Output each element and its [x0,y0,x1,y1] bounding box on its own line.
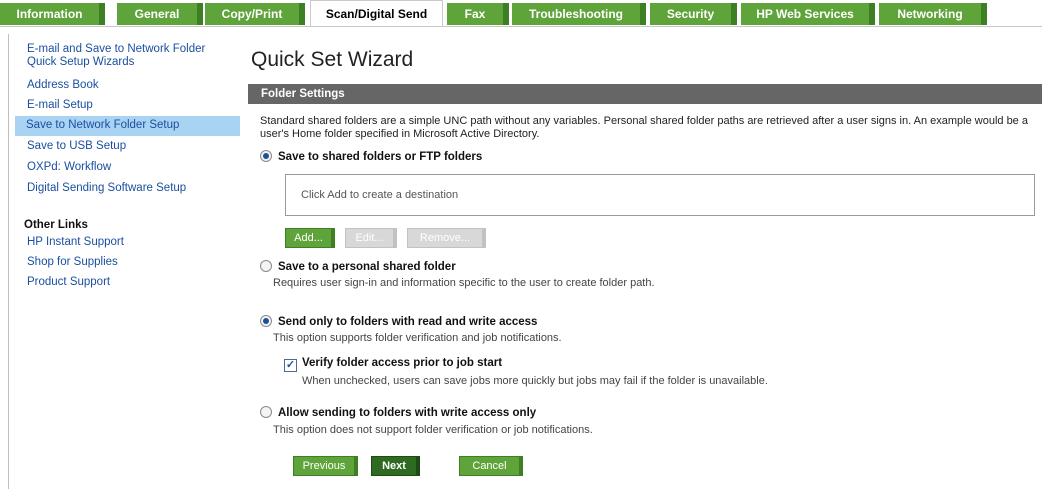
tab-copy-print[interactable]: Copy/Print [205,3,305,25]
main-content: Quick Set Wizard Folder Settings Standar… [248,34,1042,489]
verify-description: When unchecked, users can save jobs more… [302,375,768,387]
sidebar-item-save-to-network-folder[interactable]: Save to Network Folder Setup [15,116,240,136]
sidebar-item-label-line2: Quick Setup Wizards [27,56,135,68]
destination-list-box[interactable]: Click Add to create a destination [285,174,1035,216]
add-button[interactable]: Add... [285,228,335,248]
remove-button[interactable]: Remove... [407,228,486,248]
section-description: Standard shared folders are a simple UNC… [260,115,1028,140]
tab-divider [0,26,1042,27]
verify-folder-access-checkbox[interactable]: ✓ Verify folder access prior to job start [284,357,502,372]
sidebar-item-address-book[interactable]: Address Book [27,79,99,92]
radio-unselected-icon[interactable] [260,406,272,418]
sidebar-item-hp-instant-support[interactable]: HP Instant Support [27,236,124,249]
option-label: Send only to folders with read and write… [278,316,538,328]
option-label: Save to a personal shared folder [278,261,456,273]
checkbox-checked-icon[interactable]: ✓ [284,359,297,372]
sidebar-item-label: E-mail and Save to Network Folder [27,43,206,55]
tab-hp-web-services[interactable]: HP Web Services [741,3,875,25]
option-personal-description: Requires user sign-in and information sp… [273,277,655,289]
option-label: Save to shared folders or FTP folders [278,151,483,163]
cancel-button[interactable]: Cancel [459,456,523,476]
radio-selected-icon[interactable] [260,315,272,327]
sidebar-item-quick-setup-wizards[interactable]: E-mail and Save to Network Folder Quick … [27,43,205,69]
other-links-heading: Other Links [24,219,88,231]
tab-scan-digital-send[interactable]: Scan/Digital Send [310,0,443,27]
option-read-write-description: This option supports folder verification… [273,332,562,344]
previous-button[interactable]: Previous [293,456,358,476]
option-label: Allow sending to folders with write acce… [278,407,537,419]
page-title: Quick Set Wizard [251,48,414,71]
option-shared-folders[interactable]: Save to shared folders or FTP folders [260,150,482,163]
left-sidebar: E-mail and Save to Network Folder Quick … [9,34,241,489]
option-personal-folder[interactable]: Save to a personal shared folder [260,260,456,273]
tab-general[interactable]: General [117,3,203,25]
radio-unselected-icon[interactable] [260,260,272,272]
checkbox-label: Verify folder access prior to job start [302,357,503,369]
tab-fax[interactable]: Fax [447,3,509,25]
next-button[interactable]: Next [371,456,420,476]
option-write-only-access[interactable]: Allow sending to folders with write acce… [260,406,536,419]
sidebar-item-oxpd-workflow[interactable]: OXPd: Workflow [27,161,111,174]
sidebar-item-digital-sending-software[interactable]: Digital Sending Software Setup [27,182,186,195]
tab-security[interactable]: Security [650,3,737,25]
section-header-folder-settings: Folder Settings [248,84,1042,104]
sidebar-item-product-support[interactable]: Product Support [27,276,110,289]
option-write-only-description: This option does not support folder veri… [273,424,593,436]
tab-information[interactable]: Information [0,3,105,25]
top-tab-bar: Information General Copy/Print Scan/Digi… [0,0,1042,27]
sidebar-item-shop-for-supplies[interactable]: Shop for Supplies [27,256,118,269]
radio-selected-icon[interactable] [260,150,272,162]
sidebar-item-save-to-usb[interactable]: Save to USB Setup [27,140,126,153]
tab-networking[interactable]: Networking [879,3,987,25]
edit-button[interactable]: Edit... [345,228,397,248]
destination-placeholder: Click Add to create a destination [301,189,459,201]
sidebar-item-email-setup[interactable]: E-mail Setup [27,99,93,112]
option-read-write-access[interactable]: Send only to folders with read and write… [260,315,537,328]
tab-troubleshooting[interactable]: Troubleshooting [512,3,646,25]
